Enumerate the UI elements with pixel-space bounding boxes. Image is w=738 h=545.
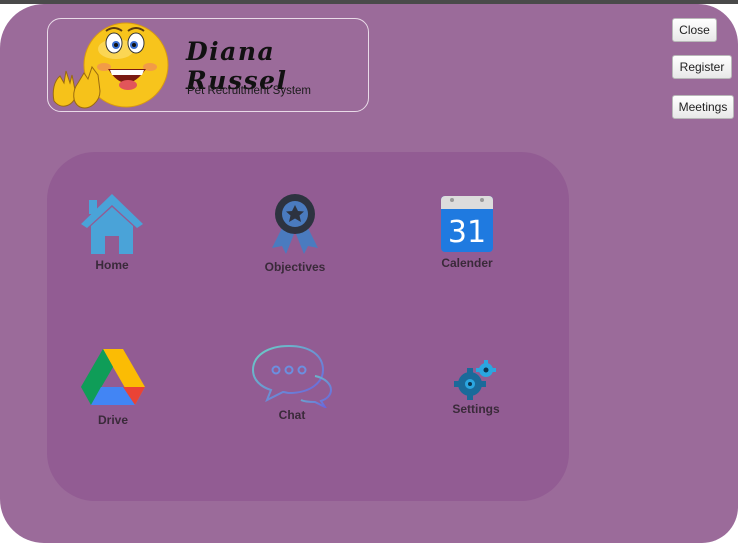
- google-drive-icon: [81, 349, 145, 405]
- system-subtitle: Pet Recruitment System: [187, 85, 311, 97]
- menu-home[interactable]: Home: [57, 192, 167, 272]
- menu-calendar-label: Calender: [441, 256, 493, 270]
- menu-home-label: Home: [95, 258, 129, 272]
- clapping-emoji-icon: [52, 22, 169, 109]
- menu-drive-label: Drive: [97, 413, 129, 427]
- menu-drive[interactable]: Drive: [58, 347, 168, 427]
- chat-bubbles-icon: [251, 344, 333, 408]
- menu-panel: Home Objectives 31 Calender Drive Chat S…: [47, 152, 569, 501]
- menu-chat[interactable]: Chat: [237, 342, 347, 422]
- register-button[interactable]: Register: [672, 55, 732, 79]
- calendar-icon: 31: [441, 196, 493, 252]
- award-ribbon-icon: [272, 194, 318, 254]
- menu-objectives-label: Objectives: [264, 260, 326, 274]
- profile-header: Diana Russel Pet Recruitment System: [47, 18, 369, 112]
- calendar-day: 31: [448, 215, 486, 250]
- menu-settings-label: Settings: [452, 402, 500, 416]
- home-icon: [81, 194, 143, 254]
- app-window: Diana Russel Pet Recruitment System Clos…: [0, 4, 738, 543]
- menu-chat-label: Chat: [278, 408, 306, 422]
- gears-icon: [454, 360, 496, 400]
- close-button[interactable]: Close: [672, 18, 717, 42]
- menu-objectives[interactable]: Objectives: [240, 192, 350, 274]
- meetings-button[interactable]: Meetings: [672, 95, 734, 119]
- menu-calendar[interactable]: 31 Calender: [412, 194, 522, 270]
- menu-settings[interactable]: Settings: [421, 360, 531, 416]
